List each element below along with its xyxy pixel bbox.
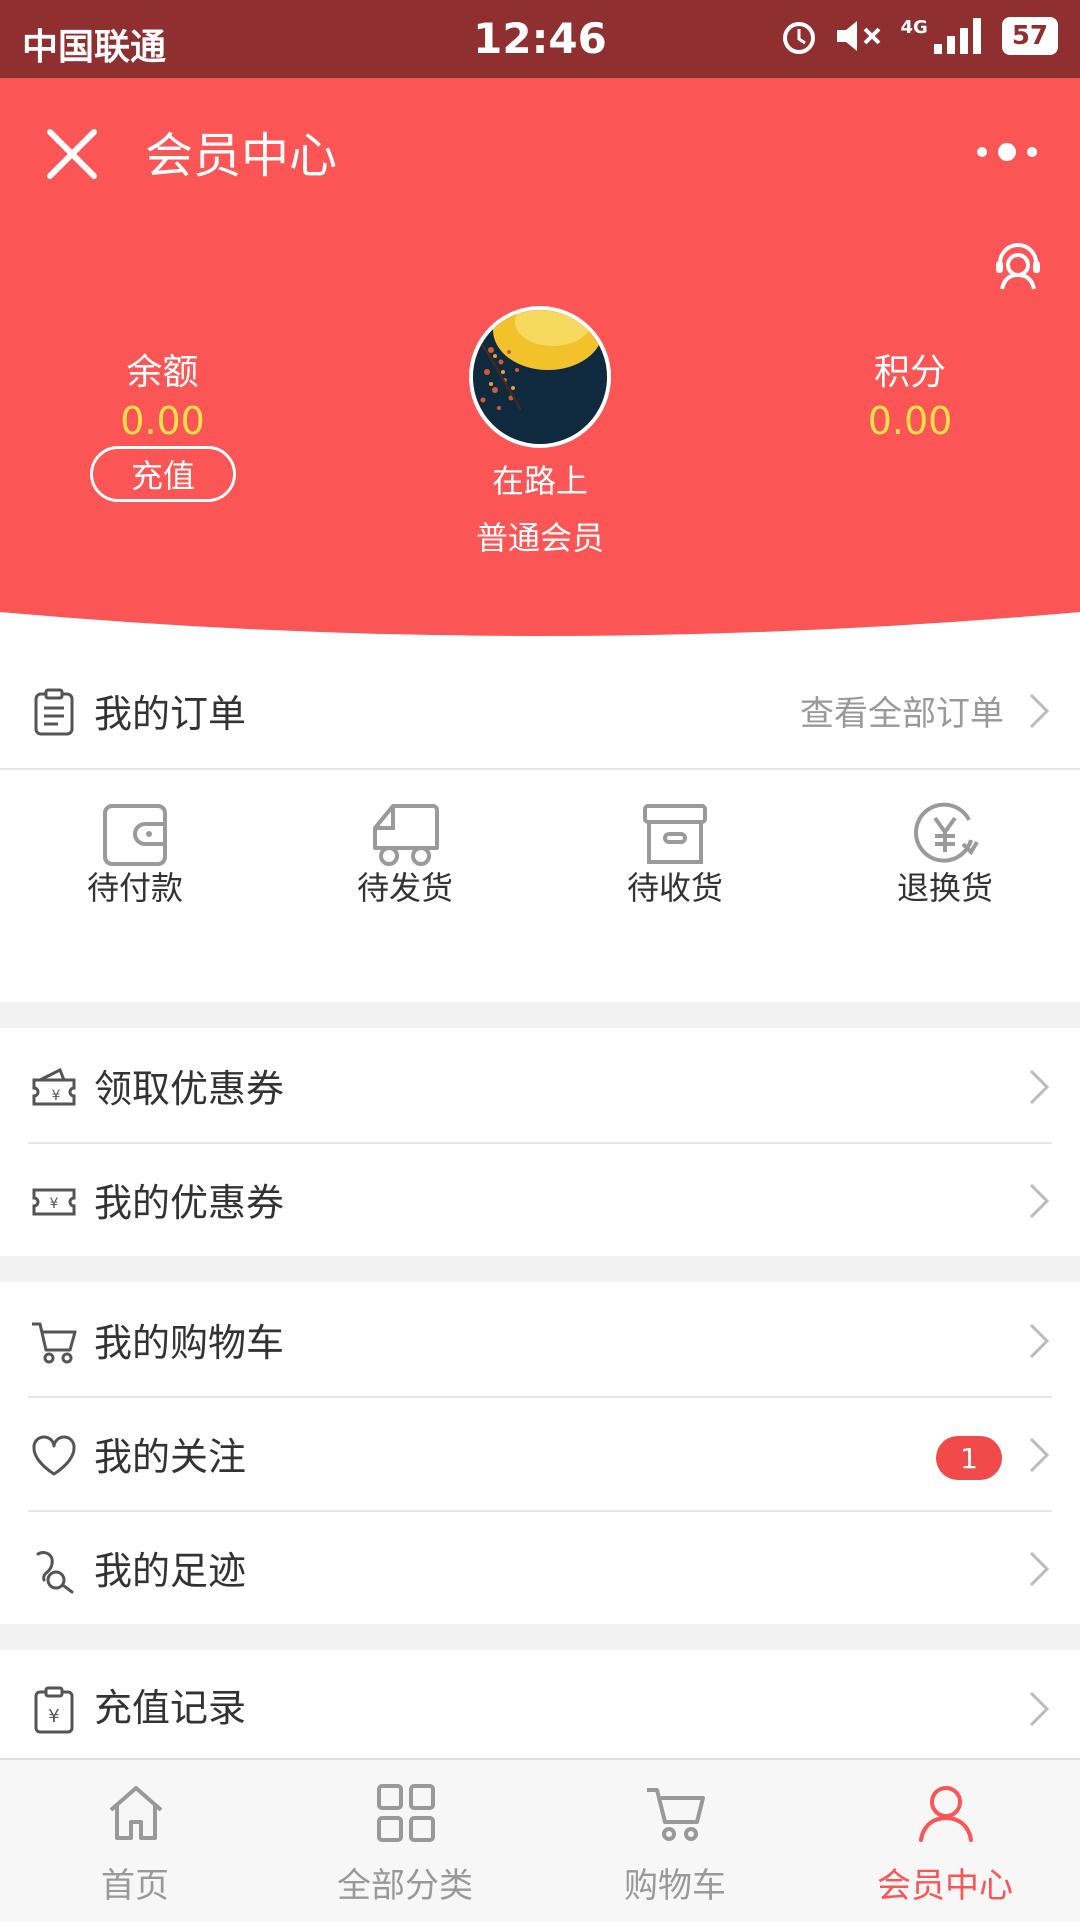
chevron-right-icon xyxy=(1029,1551,1050,1587)
box-icon xyxy=(643,804,707,864)
chevron-right-icon xyxy=(1029,1069,1050,1105)
tab-cart[interactable]: 购物车 xyxy=(540,1760,810,1922)
status-pending-receipt[interactable]: 待收货 xyxy=(575,770,775,954)
tab-home[interactable]: 首页 xyxy=(0,1760,270,1922)
home-icon xyxy=(109,1786,163,1840)
svg-text:¥: ¥ xyxy=(50,1196,59,1212)
chevron-right-icon xyxy=(1029,1437,1050,1473)
status-label: 待收货 xyxy=(626,869,723,907)
menu-label: 充值记录 xyxy=(94,1685,247,1730)
shopping-card: 我的购物车 我的关注 1 我的足迹 xyxy=(0,1282,1080,1624)
clipboard-yuan-icon: ¥ xyxy=(34,1686,74,1734)
balance-label: 余额 xyxy=(126,352,199,393)
menu-label: 我的足迹 xyxy=(94,1548,247,1593)
menu-my-follows[interactable]: 我的关注 1 xyxy=(0,1396,1080,1510)
points-label: 积分 xyxy=(873,352,946,393)
cart-icon xyxy=(32,1322,77,1364)
tab-label: 会员中心 xyxy=(877,1866,1013,1906)
tab-label: 首页 xyxy=(101,1866,169,1906)
page-title: 会员中心 xyxy=(145,128,338,184)
bottom-tab-bar: 首页 全部分类 购物车 会员中心 xyxy=(0,1758,1080,1922)
menu-recharge-records[interactable]: ¥ 充值记录 xyxy=(0,1650,1080,1758)
chevron-right-icon xyxy=(1029,693,1050,729)
balance-block[interactable]: 余额 0.00 xyxy=(90,343,235,443)
menu-label: 领取优惠券 xyxy=(94,1066,285,1111)
follow-count-badge: 1 xyxy=(936,1436,1002,1480)
status-returns[interactable]: 退换货 xyxy=(845,770,1045,954)
order-status-row: 待付款 待发货 待收货 退换货 xyxy=(0,770,1080,1002)
footprint-icon xyxy=(36,1550,74,1594)
menu-my-cart[interactable]: 我的购物车 xyxy=(0,1282,1080,1396)
header-curve xyxy=(0,612,1080,660)
avatar[interactable] xyxy=(469,306,611,448)
user-nickname: 在路上 xyxy=(491,462,588,500)
customer-service-icon[interactable] xyxy=(988,233,1048,293)
coupon-icon: ¥ xyxy=(32,1188,76,1216)
status-label: 待付款 xyxy=(86,869,183,907)
signal-icon xyxy=(933,18,981,54)
tab-member-center[interactable]: 会员中心 xyxy=(810,1760,1080,1922)
alarm-icon xyxy=(782,22,815,54)
status-icons: 4G 57 xyxy=(779,16,1058,56)
orders-title: 我的订单 xyxy=(94,691,247,736)
avatar-image xyxy=(473,310,607,444)
menu-label: 我的购物车 xyxy=(94,1320,285,1365)
svg-text:¥: ¥ xyxy=(48,1706,59,1727)
coupon-card: ¥ 领取优惠券 ¥ 我的优惠券 xyxy=(0,1028,1080,1256)
member-level: 普通会员 xyxy=(475,519,604,557)
yuan-refresh-icon xyxy=(914,802,979,863)
chevron-right-icon xyxy=(1029,1691,1050,1727)
balance-value: 0.00 xyxy=(120,399,205,443)
orders-card: 我的订单 查看全部订单 xyxy=(0,652,1080,768)
points-block[interactable]: 积分 0.00 xyxy=(840,343,980,443)
cart-icon xyxy=(647,1788,705,1841)
close-icon[interactable] xyxy=(40,122,104,186)
coupon-get-icon: ¥ xyxy=(32,1067,76,1106)
mute-icon xyxy=(836,21,880,51)
tab-categories[interactable]: 全部分类 xyxy=(270,1760,540,1922)
order-list-icon xyxy=(34,688,74,736)
network-type: 4G xyxy=(900,16,928,38)
status-pending-payment[interactable]: 待付款 xyxy=(35,770,235,954)
user-icon xyxy=(919,1786,973,1842)
menu-my-footprints[interactable]: 我的足迹 xyxy=(0,1510,1080,1624)
orders-row[interactable]: 我的订单 查看全部订单 xyxy=(0,652,1080,768)
view-all-orders-link[interactable]: 查看全部订单 xyxy=(800,686,1004,735)
status-label: 退换货 xyxy=(896,869,993,907)
svg-text:¥: ¥ xyxy=(52,1088,61,1104)
records-card: ¥ 充值记录 xyxy=(0,1650,1080,1758)
chevron-right-icon xyxy=(1029,1183,1050,1219)
menu-label: 我的关注 xyxy=(94,1434,247,1479)
heart-icon xyxy=(32,1435,76,1476)
status-label: 待发货 xyxy=(356,869,453,907)
member-header: 会员中心 余额 0.00 充值 在路上 普通会员 积分 0.00 xyxy=(0,78,1080,678)
more-icon[interactable] xyxy=(972,132,1042,172)
status-bar: 中国联通 12:46 4G 57 xyxy=(0,0,1080,78)
wallet-icon xyxy=(103,804,167,866)
menu-get-coupons[interactable]: ¥ 领取优惠券 xyxy=(0,1028,1080,1142)
tab-label: 全部分类 xyxy=(337,1866,473,1906)
menu-my-coupons[interactable]: ¥ 我的优惠券 xyxy=(0,1142,1080,1256)
chevron-right-icon xyxy=(1029,1323,1050,1359)
truck-icon xyxy=(373,804,439,866)
grid-icon xyxy=(377,1784,435,1842)
tab-label: 购物车 xyxy=(624,1866,726,1906)
status-pending-shipment[interactable]: 待发货 xyxy=(305,770,505,954)
points-value: 0.00 xyxy=(867,399,953,443)
menu-label: 我的优惠券 xyxy=(94,1180,285,1225)
battery-level: 57 xyxy=(1001,17,1058,55)
